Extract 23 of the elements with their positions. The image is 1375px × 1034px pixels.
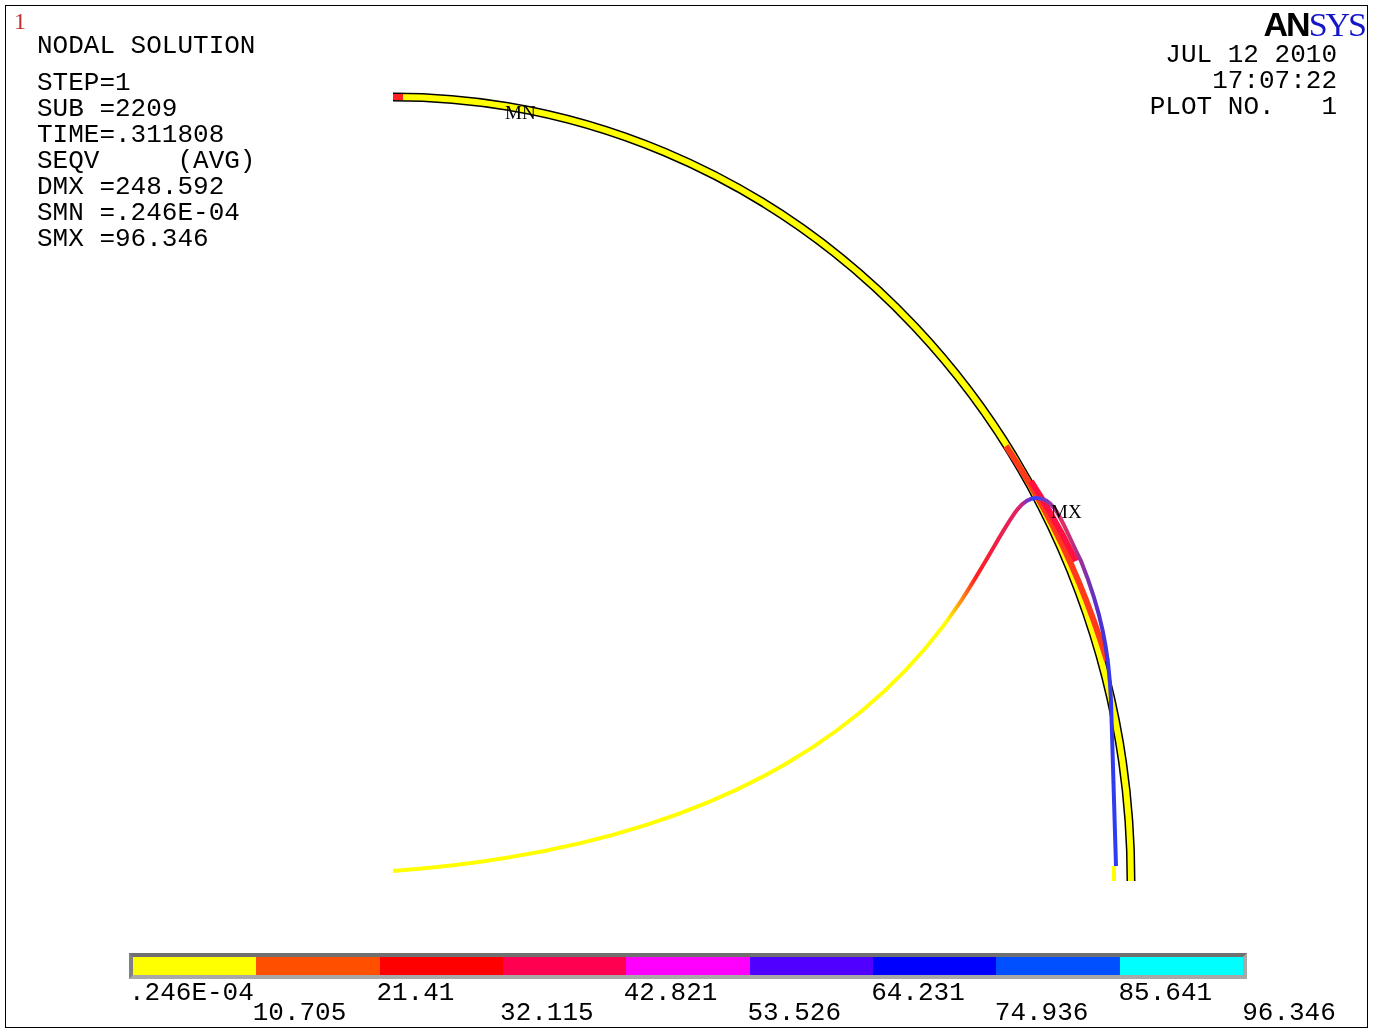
plot-date: JUL 12 2010 bbox=[1165, 42, 1337, 68]
result-parameter: SMX =96.346 bbox=[37, 226, 209, 252]
legend-value-label: 21.41 bbox=[376, 981, 455, 1001]
plot-title: NODAL SOLUTION bbox=[37, 33, 256, 59]
window-number: 1 bbox=[14, 9, 26, 33]
legend-value-label: 32.115 bbox=[500, 1001, 594, 1027]
legend-value-label: 53.526 bbox=[747, 1001, 842, 1027]
result-parameter: TIME=.311808 bbox=[37, 122, 225, 148]
legend-value-label: 85.641 bbox=[1118, 981, 1213, 1001]
legend-value-label: 64.231 bbox=[871, 981, 965, 1001]
plot-time: 17:07:22 bbox=[1212, 68, 1337, 94]
result-parameter: STEP=1 bbox=[37, 70, 131, 96]
legend-value-label: .246E-04 bbox=[129, 981, 254, 1001]
legend-value-label: 10.705 bbox=[252, 1001, 347, 1027]
ansys-logo: ANSYS bbox=[1263, 7, 1365, 42]
legend-value-label: 74.936 bbox=[994, 1001, 1089, 1027]
legend-value-label: 96.346 bbox=[1242, 1001, 1336, 1027]
result-parameter: SMN =.246E-04 bbox=[37, 200, 240, 226]
plot-number: PLOT NO. 1 bbox=[1149, 94, 1337, 120]
result-parameter: SUB =2209 bbox=[37, 96, 178, 122]
legend-value-label: 42.821 bbox=[623, 981, 718, 1001]
result-parameter: SEQV (AVG) bbox=[37, 148, 256, 174]
result-parameter: DMX =248.592 bbox=[37, 174, 225, 200]
